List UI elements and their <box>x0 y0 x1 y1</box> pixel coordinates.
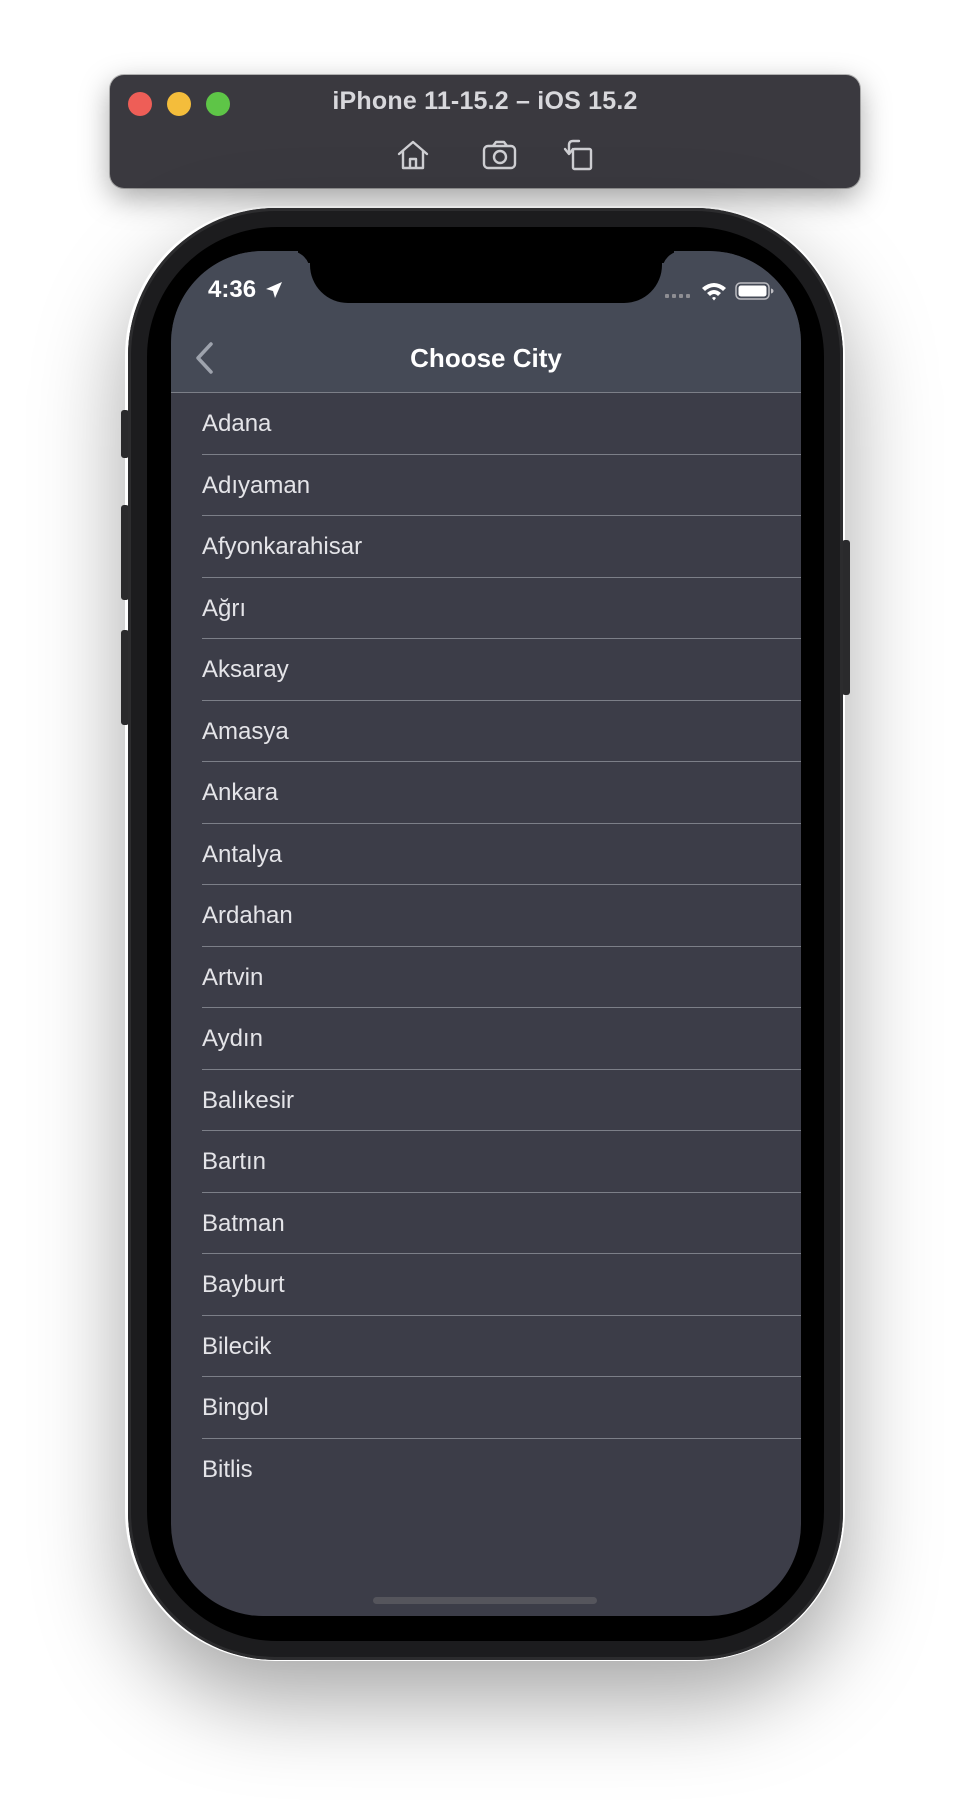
status-time-label: 4:36 <box>208 276 257 303</box>
city-name: Artvin <box>202 963 264 991</box>
home-icon <box>397 140 429 170</box>
home-indicator[interactable] <box>373 1597 597 1604</box>
list-item[interactable]: Antalya <box>171 824 801 886</box>
city-name: Afyonkarahisar <box>202 533 363 560</box>
city-name: Bilecik <box>202 1332 272 1360</box>
rotate-icon <box>563 139 593 171</box>
city-name: Aydın <box>202 1025 263 1052</box>
city-name: Ardahan <box>202 902 293 929</box>
power-button <box>842 540 850 695</box>
list-item[interactable]: Bitlis <box>171 1439 801 1501</box>
rotate-button[interactable] <box>559 135 599 175</box>
status-bar-indicators <box>665 281 775 301</box>
list-item[interactable]: Afyonkarahisar <box>171 516 801 578</box>
city-list: Adana Adıyaman Afyonkarahisar Ağrı Aksaray Am… <box>171 392 801 1500</box>
iphone-screen: 4:36 Choose City Adana Adıyaman Afyonkarah… <box>171 251 801 1616</box>
list-item[interactable]: Bingol <box>171 1377 801 1439</box>
list-item[interactable]: Adana <box>171 393 801 455</box>
screenshot-icon <box>482 140 517 170</box>
city-name: Ankara <box>202 779 279 806</box>
list-item[interactable]: Balıkesir <box>171 1070 801 1132</box>
city-name: Bayburt <box>202 1271 285 1298</box>
city-name: Amasya <box>202 717 289 745</box>
list-item[interactable]: Aydın <box>171 1008 801 1070</box>
list-item[interactable]: Artvin <box>171 947 801 1009</box>
battery-icon <box>735 282 774 300</box>
list-item[interactable]: Batman <box>171 1193 801 1255</box>
city-name: Antalya <box>202 840 283 868</box>
city-name: Adana <box>202 410 272 437</box>
notch <box>310 251 662 303</box>
page-title: Choose City <box>410 343 562 373</box>
list-item[interactable]: Ankara <box>171 762 801 824</box>
city-name: Adıyaman <box>202 471 311 499</box>
screenshot-button[interactable] <box>480 135 520 175</box>
list-item[interactable]: Adıyaman <box>171 455 801 517</box>
city-name: Batman <box>202 1209 285 1237</box>
city-name: Bitlis <box>202 1455 253 1483</box>
cellular-signal-icon <box>665 294 690 298</box>
simulator-tools <box>110 135 860 175</box>
city-name: Bingol <box>202 1394 269 1421</box>
home-button[interactable] <box>393 135 433 175</box>
list-item[interactable]: Amasya <box>171 701 801 763</box>
simulator-toolbar: iPhone 11-15.2 – iOS 15.2 <box>110 75 860 188</box>
location-arrow-icon <box>266 282 283 298</box>
city-name: Balıkesir <box>202 1086 295 1114</box>
city-name: Ağrı <box>202 594 247 622</box>
simulator-title: iPhone 11-15.2 – iOS 15.2 <box>332 87 638 115</box>
list-item[interactable]: Bartın <box>171 1131 801 1193</box>
list-item[interactable]: Aksaray <box>171 639 801 701</box>
wifi-icon <box>702 283 726 301</box>
city-name: Bartın <box>202 1148 267 1175</box>
list-item[interactable]: Bayburt <box>171 1254 801 1316</box>
list-item[interactable]: Bilecik <box>171 1316 801 1378</box>
list-item[interactable]: Ağrı <box>171 578 801 640</box>
status-bar-time: 4:36 <box>208 276 284 304</box>
city-name: Aksaray <box>202 656 289 683</box>
list-item[interactable]: Ardahan <box>171 885 801 947</box>
